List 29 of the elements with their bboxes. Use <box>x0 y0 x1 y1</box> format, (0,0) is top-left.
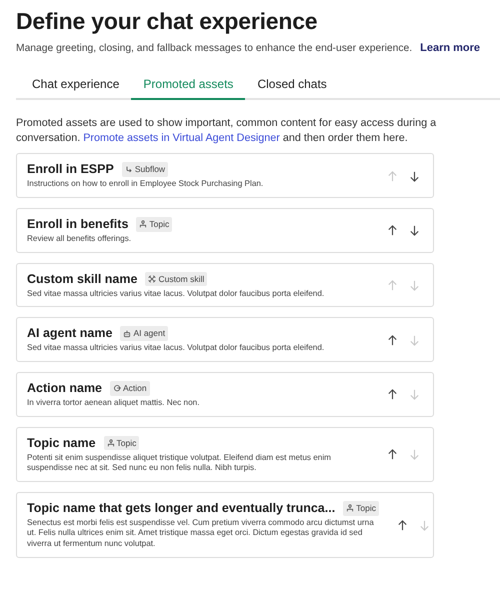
tab[interactable]: Closed chats <box>245 72 339 100</box>
asset-description: Sed vitae massa ultricies varius vitae lacus. Volutpat dolor faucibus porta eleifend. <box>27 288 326 300</box>
tab[interactable]: Promoted assets <box>131 72 246 100</box>
asset-tag: Topic <box>343 500 380 516</box>
asset-name: Custom skill name <box>27 272 138 287</box>
page-subtitle: Manage greeting, closing, and fallback messages to enhance the end-user experience. <box>16 42 412 56</box>
asset-description: Review all benefits offerings. <box>27 234 132 245</box>
learn-more-link[interactable]: Learn more <box>420 40 480 56</box>
asset-tag: AI agent <box>120 326 168 342</box>
designer-link[interactable]: Promote assets in Virtual Agent Designer <box>83 132 280 144</box>
asset-tag: Custom skill <box>145 272 208 286</box>
asset-description: In viverra tortor aenean aliquet mattis. Nec non. <box>27 398 200 408</box>
asset-description: Senectus est morbi felis est suspendisse vel. Cum pretium viverra commodo arcu dictumst urna ut. Felis nulla ultrices enim sit. Amet tristique massa eget orci. Dictum egestas gravida id sed viverra ut fermentum nunc volutpat. <box>27 518 375 550</box>
intro-text: Promoted assets are used to show important, common content for easy access during a conversation. Promote assets in Virtual Agent Designer and then order them here. <box>16 116 438 146</box>
asset-name: AI agent name <box>27 326 112 342</box>
asset-name: Enroll in benefits <box>27 216 128 232</box>
asset-tag: Topic <box>136 217 172 232</box>
asset-tag: Topic <box>104 436 140 450</box>
tab[interactable]: Chat experience <box>20 72 132 100</box>
page-title: Define your chat experience <box>16 8 318 36</box>
asset-tag: Action <box>110 380 150 396</box>
asset-description: Instructions on how to enroll in Employee Stock Purchasing Plan. <box>27 179 264 190</box>
asset-name: Enroll in ESPP <box>27 162 114 178</box>
asset-description: Sed vitae massa ultricies varius vitae lacus. Volutpat dolor faucibus porta eleifend. <box>27 343 326 354</box>
asset-tag: Subflow <box>122 162 168 178</box>
asset-name: Topic name <box>27 436 96 450</box>
asset-name: Action name <box>27 380 102 396</box>
asset-description: Potenti sit enim suspendisse aliquet tristique volutpat. Eleifend diam est metus enim suspendisse nec at sit. Sed nunc eu non felis nulla. Nibh turpis. <box>27 452 332 474</box>
asset-name: Topic name that gets longer and eventually trunca... <box>27 500 336 516</box>
